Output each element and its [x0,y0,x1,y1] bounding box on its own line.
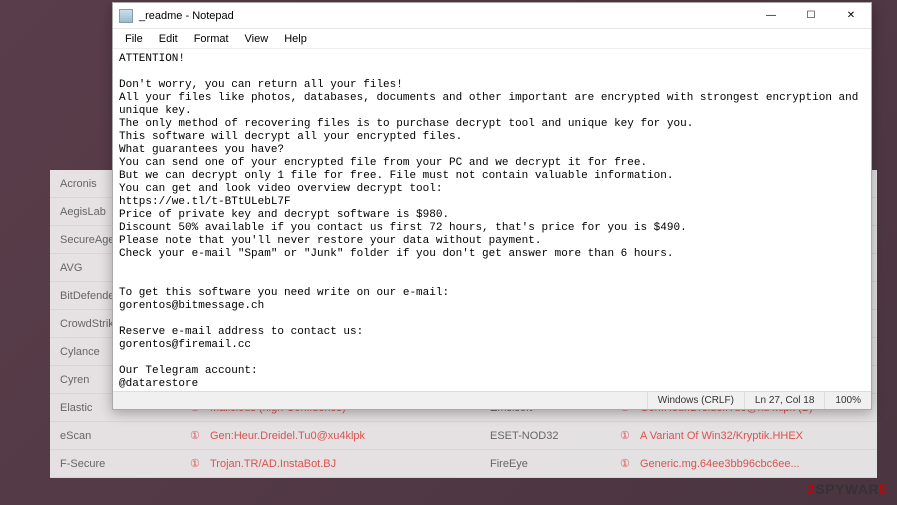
watermark-part: SPYWAR [815,481,879,497]
alert-icon: ① [610,457,630,470]
menu-edit[interactable]: Edit [151,31,186,47]
status-spacer [113,392,647,409]
watermark-part: E [879,481,889,497]
detection-name: Gen:Heur.Dreidel.Tu0@xu4klpk [200,430,480,442]
close-button[interactable]: ✕ [831,3,871,29]
status-line-ending: Windows (CRLF) [647,392,744,409]
notepad-icon [119,9,133,23]
menu-help[interactable]: Help [276,31,315,47]
detection-name: A Variant Of Win32/Kryptik.HHEX [630,430,830,442]
alert-icon: ① [610,429,630,442]
window-title: _readme - Notepad [139,10,751,22]
vendor-name: F-Secure [50,458,180,470]
watermark-logo: 2SPYWARE [807,481,889,497]
menu-format[interactable]: Format [186,31,237,47]
vendor-name: ESET-NOD32 [480,430,610,442]
status-bar: Windows (CRLF) Ln 27, Col 18 100% [113,391,871,409]
table-row: F-Secure①Trojan.TR/AD.InstaBot.BJFireEye… [50,450,877,478]
detection-name: Generic.mg.64ee3bb96cbc6ee... [630,458,830,470]
table-row: eScan①Gen:Heur.Dreidel.Tu0@xu4klpkESET-N… [50,422,877,450]
menu-file[interactable]: File [117,31,151,47]
menu-bar: File Edit Format View Help [113,29,871,49]
vendor-name: eScan [50,430,180,442]
status-cursor-position: Ln 27, Col 18 [744,392,825,409]
detection-name: Trojan.TR/AD.InstaBot.BJ [200,458,480,470]
status-zoom: 100% [824,392,871,409]
alert-icon: ① [180,457,200,470]
title-bar[interactable]: _readme - Notepad — ☐ ✕ [113,3,871,29]
maximize-button[interactable]: ☐ [791,3,831,29]
menu-view[interactable]: View [237,31,277,47]
alert-icon: ① [180,429,200,442]
minimize-button[interactable]: — [751,3,791,29]
notepad-window: _readme - Notepad — ☐ ✕ File Edit Format… [112,2,872,410]
vendor-name: FireEye [480,458,610,470]
text-editor[interactable]: ATTENTION! Don't worry, you can return a… [113,49,871,391]
